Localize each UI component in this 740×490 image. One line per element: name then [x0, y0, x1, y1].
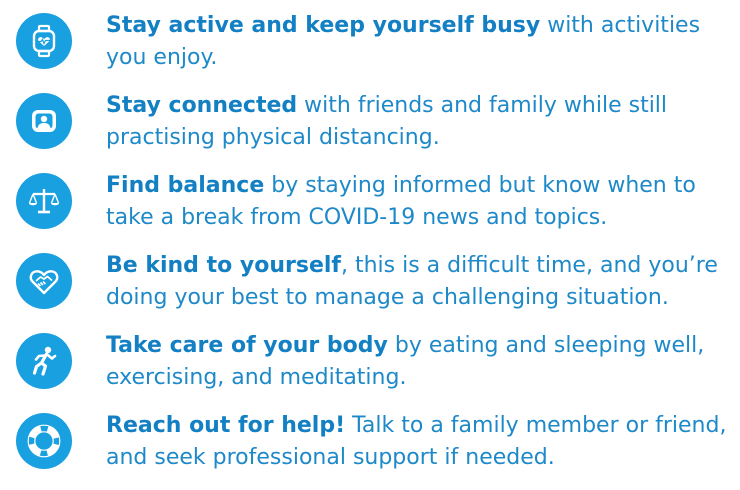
tip-be-kind-text: Be kind to yourself, this is a difficult…	[106, 250, 736, 314]
smartwatch-heart-icon	[16, 13, 72, 69]
tip-reach-out-bold: Reach out for help!	[106, 413, 346, 438]
tip-stay-connected-bold: Stay connected	[106, 93, 298, 118]
tip-stay-active-text: Stay active and keep yourself busy with …	[106, 10, 736, 74]
running-person-icon	[16, 333, 72, 389]
tip-be-kind-bold: Be kind to yourself	[106, 253, 341, 278]
tip-find-balance: Find balance by staying informed but kno…	[0, 170, 740, 250]
tip-reach-out: Reach out for help! Talk to a family mem…	[0, 410, 740, 490]
tip-be-kind: Be kind to yourself, this is a difficult…	[0, 250, 740, 330]
heart-handshake-icon	[16, 253, 72, 309]
video-call-person-icon	[16, 93, 72, 149]
tip-stay-active-bold: Stay active and keep yourself busy	[106, 13, 541, 38]
tips-list: Stay active and keep yourself busy with …	[0, 0, 740, 486]
tip-reach-out-text: Reach out for help! Talk to a family mem…	[106, 410, 736, 474]
tip-take-care-bold: Take care of your body	[106, 333, 388, 358]
tip-find-balance-bold: Find balance	[106, 173, 265, 198]
tip-stay-connected-text: Stay connected with friends and family w…	[106, 90, 736, 154]
tip-take-care-text: Take care of your body by eating and sle…	[106, 330, 736, 394]
lifebuoy-icon	[16, 413, 72, 469]
tip-stay-connected: Stay connected with friends and family w…	[0, 90, 740, 170]
balance-scale-icon	[16, 173, 72, 229]
tip-take-care: Take care of your body by eating and sle…	[0, 330, 740, 410]
tip-find-balance-text: Find balance by staying informed but kno…	[106, 170, 736, 234]
tip-stay-active: Stay active and keep yourself busy with …	[0, 10, 740, 90]
